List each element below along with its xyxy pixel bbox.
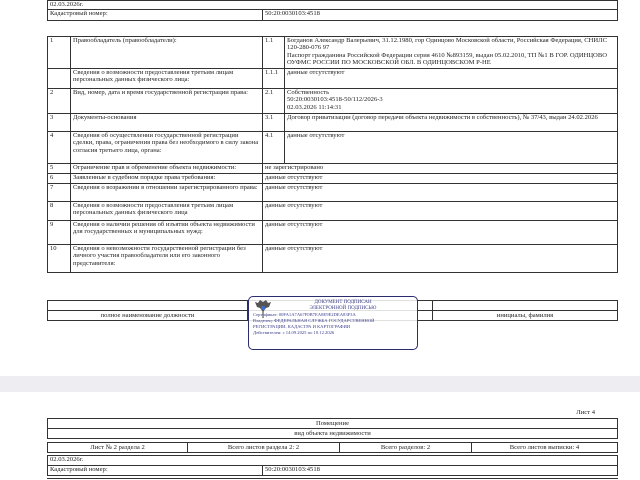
object-table: Помещение вид объекта недвижимости	[47, 418, 618, 439]
owner-name: Богданов Александр Валерьевич, 31.12.198…	[287, 37, 608, 52]
table-row: 8 Сведения о возможности предоставления т…	[47, 201, 618, 221]
table-row: 2 Вид, номер, дата и время государственно…	[47, 88, 618, 114]
sheets-total: Всего листов выписки: 4	[471, 442, 618, 453]
cadastral-number: 50:20:0030103:4518	[262, 465, 618, 476]
table-row: 9 Сведения о наличии решения об изъятии о…	[47, 220, 618, 245]
table-row: 10 Сведения о невозможности государственн…	[47, 244, 618, 273]
row-label: Документы-основания	[70, 113, 263, 132]
row-value: данные отсутствуют	[262, 220, 618, 245]
row-number: 4	[47, 131, 71, 164]
date: 02.03.2026г.	[47, 0, 618, 10]
row-value: данные отсутствуют	[262, 183, 618, 202]
row-label: Сведения о возможности предоставления тр…	[70, 68, 263, 89]
cadastral-number: 50:20:0030103:4518	[262, 9, 618, 21]
next-table-edge	[47, 478, 618, 479]
row-label: Сведения об осуществлении государственно…	[70, 131, 263, 164]
page-separator	[0, 376, 640, 392]
sections-total: Всего разделов: 2	[339, 442, 472, 453]
row-label: Сведения о возражении в отношении зареги…	[70, 183, 263, 202]
row-value: данные отсутствуют	[284, 68, 618, 89]
table-row: 1 Правообладатель (правообладатели): 1.1 Бо…	[47, 36, 618, 69]
stamp-validity: Действителен: с 14.09.2025 по 10.12.2026	[253, 330, 335, 335]
name-caption: инициалы, фамилия	[432, 310, 618, 321]
row-number	[47, 68, 71, 89]
object-type: Помещение	[47, 418, 618, 429]
row-number: 1	[47, 36, 71, 69]
row-subnumber: 3.1	[262, 113, 285, 132]
table-row: 7 Сведения о возражении в отношении зарег…	[47, 183, 618, 202]
row-label: Вид, номер, дата и время государственной…	[70, 88, 263, 114]
row-label: Заявленные в судебном порядке права треб…	[70, 173, 263, 184]
table-row: Сведения о возможности предоставления тр…	[47, 68, 618, 89]
row-value: Договор приватизации (договор передачи о…	[284, 113, 618, 132]
row-number: 9	[47, 220, 71, 245]
row-subnumber: 2.1	[262, 88, 285, 114]
sheet-info-table: Лист № 2 раздела 2 Всего листов раздела 2…	[47, 442, 618, 453]
emblem-icon	[255, 300, 271, 318]
position-caption: полное наименование должности	[47, 310, 248, 321]
table-row: 5 Ограничение прав и обременение объекта …	[47, 163, 618, 174]
registration-datetime: 02.03.2026 11:14:31	[287, 103, 342, 111]
row-number: 5	[47, 163, 71, 174]
date: 02.03.2026г.	[47, 455, 618, 466]
row-label: Ограничение прав и обременение объекта н…	[70, 163, 263, 174]
right-type: Собственность	[287, 89, 330, 97]
row-value: Собственность 50:20:0030103:4518-50/112/2…	[284, 88, 618, 114]
table-row: 3 Документы-основания 3.1 Договор приватиза…	[47, 113, 618, 132]
row-label: Сведения о невозможности государственной…	[70, 244, 263, 273]
row-number: 7	[47, 183, 71, 202]
row-value: данные отсутствуют	[284, 131, 618, 164]
row-subnumber: 1.1	[262, 36, 285, 69]
row-value: данные отсутствуют	[262, 244, 618, 273]
row-subnumber: 1.1.1	[262, 68, 285, 89]
cadastral-label: Кадастровый номер:	[47, 465, 263, 476]
row-number: 10	[47, 244, 71, 273]
row-number: 8	[47, 201, 71, 221]
sheet-no: Лист № 2 раздела 2	[47, 442, 188, 453]
table-row: 6 Заявленные в судебном порядке права тре…	[47, 173, 618, 184]
sheets-in-section: Всего листов раздела 2: 2	[187, 442, 340, 453]
sheet-number: Лист 4	[576, 409, 595, 416]
cadastral-label: Кадастровый номер:	[47, 9, 263, 21]
row-number: 2	[47, 88, 71, 114]
row-value: не зарегистрировано	[262, 163, 618, 174]
row-value: Богданов Александр Валерьевич, 31.12.198…	[284, 36, 618, 69]
table-row: 4 Сведения об осуществлении государственн…	[47, 131, 618, 164]
row-label: Правообладатель (правообладатели):	[70, 36, 263, 69]
row-value: данные отсутствуют	[262, 173, 618, 184]
row-number: 3	[47, 113, 71, 132]
row-value: данные отсутствуют	[262, 201, 618, 221]
row-label: Сведения о возможности предоставления тр…	[70, 201, 263, 221]
registration-number: 50:20:0030103:4518-50/112/2026-3	[287, 96, 383, 104]
object-type-caption: вид объекта недвижимости	[47, 428, 618, 439]
header-table: 02.03.2026г. Кадастровый номер: 50:20:003…	[47, 0, 618, 21]
owner-passport: Паспорт гражданина Российской Федерации …	[287, 51, 607, 67]
row-subnumber: 4.1	[262, 131, 285, 164]
rights-table: 1 Правообладатель (правообладатели): 1.1 Бо…	[47, 36, 618, 273]
electronic-signature-stamp: ДОКУМЕНТ ПОДПИСАН ЭЛЕКТРОННОЙ ПОДПИСЬЮ С…	[248, 296, 418, 350]
row-number: 6	[47, 173, 71, 184]
header-table-page2: 02.03.2026г. Кадастровый номер: 50:20:003…	[47, 455, 618, 476]
row-label: Сведения о наличии решения об изъятии об…	[70, 220, 263, 245]
